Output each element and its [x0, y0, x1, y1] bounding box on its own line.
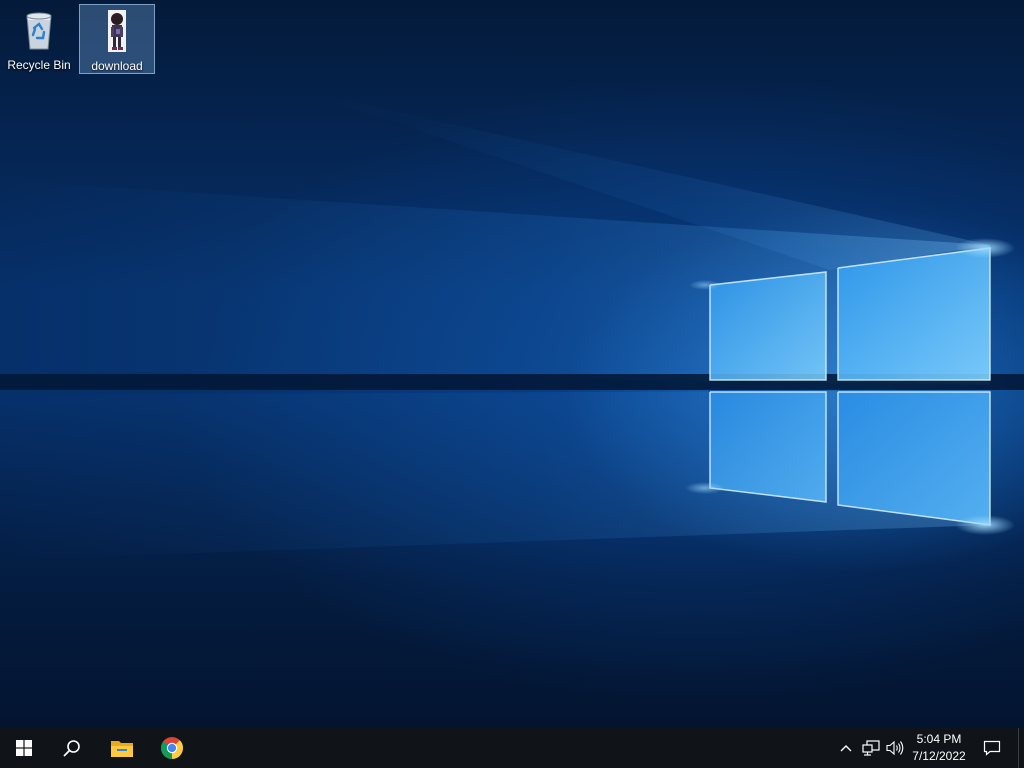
show-desktop-button[interactable]: [1018, 728, 1024, 768]
clock-time: 5:04 PM: [916, 732, 962, 746]
chrome-icon: [161, 737, 184, 759]
start-button[interactable]: [0, 728, 48, 768]
taskbar-clock[interactable]: 5:04 PM 7/12/2022: [904, 728, 974, 768]
taskbar-chrome[interactable]: [148, 728, 196, 768]
recycle-bin-icon: [26, 12, 52, 50]
chevron-up-icon: [840, 745, 852, 752]
wallpaper: [0, 90, 1024, 560]
image-file-icon: [108, 10, 126, 52]
taskbar-file-explorer[interactable]: [98, 728, 146, 768]
action-center-icon: [983, 740, 1001, 756]
file-explorer-icon: [111, 741, 133, 757]
search-icon: [63, 740, 80, 757]
windows-logo-icon: [16, 740, 32, 756]
volume-button[interactable]: [884, 728, 906, 768]
taskbar: 5:04 PM 7/12/2022: [0, 728, 1024, 768]
volume-icon: [886, 740, 904, 756]
desktop-icon-recycle-bin[interactable]: Recycle Bin: [1, 4, 77, 74]
desktop[interactable]: Recycle Bin download: [0, 0, 1024, 728]
search-button[interactable]: [48, 728, 96, 768]
show-hidden-icons-button[interactable]: [836, 728, 856, 768]
network-icon: [862, 740, 880, 756]
desktop-icon-download[interactable]: download: [79, 4, 155, 74]
action-center-button[interactable]: [978, 728, 1006, 768]
clock-date: 7/12/2022: [912, 749, 966, 763]
desktop-icon-label: Recycle Bin: [7, 58, 71, 72]
desktop-icon-label: download: [91, 59, 143, 73]
network-button[interactable]: [860, 728, 882, 768]
